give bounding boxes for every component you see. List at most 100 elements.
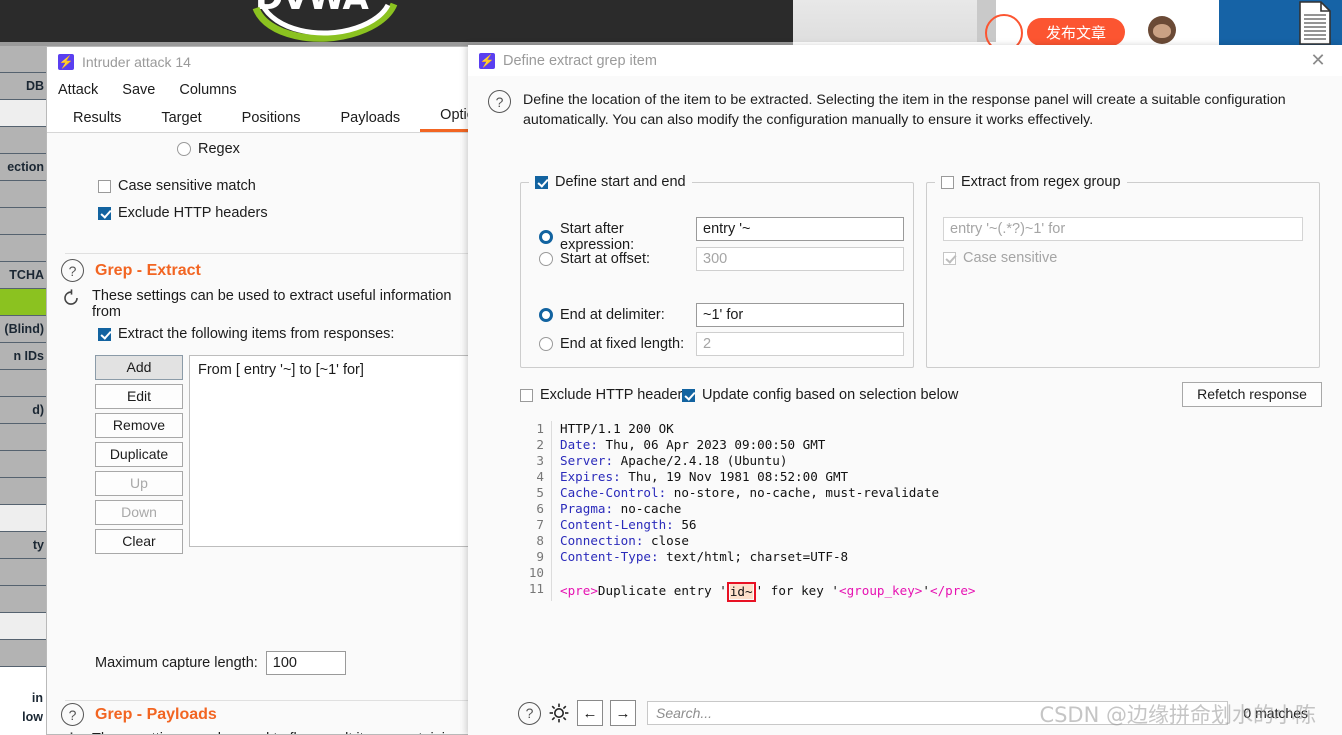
response-line: 8 Connection: close	[518, 533, 1318, 549]
dvwa-sidebar-item[interactable]: (Blind)	[0, 316, 46, 343]
back-arrow-icon[interactable]: ←	[577, 700, 603, 726]
tab-positions[interactable]: Positions	[222, 108, 321, 132]
grep-extract-duplicate-button[interactable]: Duplicate	[95, 442, 183, 467]
update-config-row[interactable]: Update config based on selection below	[682, 387, 958, 403]
dialog-intro: ? Define the location of the item to be …	[468, 76, 1342, 130]
tab-target[interactable]: Target	[141, 108, 221, 132]
regex-radio[interactable]	[177, 142, 191, 156]
grep-extract-description-row: These settings can be used to extract us…	[61, 288, 464, 320]
dvwa-sidebar-item[interactable]: ection	[0, 154, 46, 181]
dialog-footer-toolbar: ? ← → Search... 0 matches	[468, 691, 1342, 735]
dvwa-sidebar-item[interactable]	[0, 424, 46, 451]
start-at-offset-input[interactable]: 300	[696, 247, 904, 271]
dvwa-sidebar-item[interactable]	[0, 586, 46, 613]
help-icon[interactable]: ?	[61, 259, 84, 282]
end-at-delimiter-radio[interactable]	[539, 308, 553, 322]
dvwa-sidebar-item[interactable]: d)	[0, 397, 46, 424]
help-icon-2[interactable]: ?	[61, 703, 84, 726]
dvwa-sidebar-item[interactable]: TCHA	[0, 262, 46, 289]
dvwa-sidebar-item[interactable]	[0, 559, 46, 586]
end-at-delimiter-input[interactable]: ~1' for	[696, 303, 904, 327]
grep-extract-remove-button[interactable]: Remove	[95, 413, 183, 438]
dvwa-sidebar-item[interactable]: ty	[0, 532, 46, 559]
exclude-http-headers-row[interactable]: Exclude HTTP headers	[98, 205, 268, 221]
extract-regex-legend[interactable]: Extract from regex group	[935, 174, 1127, 190]
dvwa-sidebar-item[interactable]: n IDs	[0, 343, 46, 370]
tab-payloads[interactable]: Payloads	[321, 108, 421, 132]
gear-icon[interactable]	[548, 702, 570, 724]
dialog-exclude-http-headers-row[interactable]: Exclude HTTP headers	[520, 387, 690, 403]
menu-item-attack[interactable]: Attack	[58, 82, 98, 98]
list-item[interactable]: From [ entry '~] to [~1' for]	[198, 362, 480, 378]
dvwa-sidebar-item[interactable]	[0, 235, 46, 262]
response-line: 9 Content-Type: text/html; charset=UTF-8	[518, 549, 1318, 565]
close-icon[interactable]: ✕	[1308, 51, 1328, 71]
help-icon-dialog[interactable]: ?	[488, 90, 511, 113]
extract-items-row[interactable]: Extract the following items from respons…	[98, 326, 394, 342]
grep-extract-heading: ? Grep - Extract	[61, 259, 201, 282]
refetch-response-button[interactable]: Refetch response	[1182, 382, 1322, 407]
update-config-checkbox[interactable]	[682, 388, 695, 402]
menu-item-columns[interactable]: Columns	[179, 82, 236, 98]
dvwa-sidebar-item[interactable]	[0, 100, 46, 127]
dvwa-sidebar-item[interactable]	[0, 640, 46, 667]
refresh-icon-2[interactable]	[61, 731, 81, 735]
dvwa-sidebar-item[interactable]	[0, 127, 46, 154]
response-viewer[interactable]: 1 HTTP/1.1 200 OK 2 Date: Thu, 06 Apr 2023 …	[518, 421, 1318, 689]
menu-item-save[interactable]: Save	[122, 82, 155, 98]
start-at-offset-radio[interactable]	[539, 252, 553, 266]
define-start-end-checkbox[interactable]	[535, 175, 548, 189]
publish-article-button[interactable]: 发布文章	[1027, 18, 1125, 46]
header-value: text/html; charset=UTF-8	[658, 549, 849, 564]
dvwa-sidebar-item[interactable]: DB	[0, 73, 46, 100]
dvwa-sidebar-item[interactable]	[0, 613, 46, 640]
dialog-exclude-http-headers-checkbox[interactable]	[520, 388, 533, 402]
dvwa-sidebar-item[interactable]	[0, 370, 46, 397]
start-at-offset-row[interactable]: Start at offset:	[539, 251, 650, 267]
define-start-end-legend[interactable]: Define start and end	[529, 174, 692, 190]
grep-extract-edit-button[interactable]: Edit	[95, 384, 183, 409]
dvwa-sidebar-item[interactable]	[0, 505, 46, 532]
intruder-window-title: Intruder attack 14	[82, 53, 191, 70]
extract-items-checkbox[interactable]	[98, 327, 111, 341]
grep-match-regex-row[interactable]: Regex	[177, 141, 240, 157]
search-input[interactable]: Search...	[647, 701, 1229, 725]
dvwa-sidebar-item[interactable]	[0, 181, 46, 208]
end-at-fixed-length-row[interactable]: End at fixed length:	[539, 336, 684, 352]
exclude-http-headers-checkbox[interactable]	[98, 206, 111, 220]
case-sensitive-match-checkbox[interactable]	[98, 179, 111, 193]
start-after-expression-radio[interactable]	[539, 230, 553, 244]
dvwa-sidebar-item[interactable]	[0, 451, 46, 478]
refresh-icon[interactable]	[61, 288, 81, 308]
grep-extract-list[interactable]: From [ entry '~] to [~1' for]	[189, 355, 489, 547]
header-name: Content-Type:	[560, 549, 659, 564]
grep-extract-clear-button[interactable]: Clear	[95, 529, 183, 554]
selection-highlight-box[interactable]: id~	[726, 582, 756, 602]
regex-pattern-input[interactable]: entry '~(.*?)~1' for	[943, 217, 1303, 241]
dvwa-sidebar-item[interactable]	[0, 289, 46, 316]
response-line: 3 Server: Apache/2.4.18 (Ubuntu)	[518, 453, 1318, 469]
extract-regex-checkbox[interactable]	[941, 175, 954, 189]
pre-close-tag: </pre>	[929, 583, 976, 598]
forward-arrow-icon[interactable]: →	[610, 700, 636, 726]
extract-regex-label: Extract from regex group	[961, 174, 1121, 190]
end-at-delimiter-row[interactable]: End at delimiter:	[539, 307, 665, 323]
header-name: Expires:	[560, 469, 621, 484]
dvwa-sidebar-item[interactable]	[0, 478, 46, 505]
dvwa-sidebar-item[interactable]	[0, 208, 46, 235]
line-number: 5	[518, 485, 552, 501]
tab-results[interactable]: Results	[53, 108, 141, 132]
end-at-fixed-length-input[interactable]: 2	[696, 332, 904, 356]
start-after-expression-input[interactable]: entry '~	[696, 217, 904, 241]
line-content: Date: Thu, 06 Apr 2023 09:00:50 GMT	[552, 437, 825, 453]
csdn-user-avatar[interactable]	[1148, 16, 1176, 44]
max-capture-length-input[interactable]: 100	[265, 651, 346, 675]
end-at-fixed-length-radio[interactable]	[539, 337, 553, 351]
start-after-expression-row[interactable]: Start after expression:	[539, 221, 699, 253]
dvwa-sidebar-item[interactable]	[0, 46, 46, 73]
case-sensitive-match-row[interactable]: Case sensitive match	[98, 178, 256, 194]
help-icon-footer[interactable]: ?	[518, 701, 541, 725]
header-value: Apache/2.4.18 (Ubuntu)	[613, 453, 788, 468]
grep-extract-add-button[interactable]: Add	[95, 355, 183, 380]
response-line: 4 Expires: Thu, 19 Nov 1981 08:52:00 GMT	[518, 469, 1318, 485]
